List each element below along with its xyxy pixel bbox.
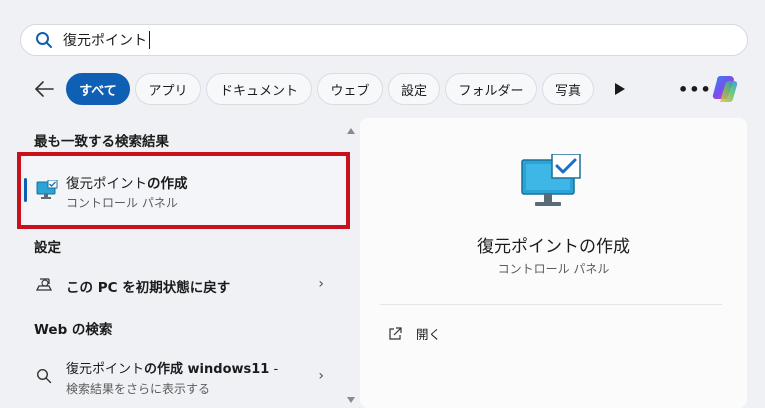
copilot-icon[interactable] [710, 72, 742, 104]
tab-photos[interactable]: 写真 [542, 73, 594, 105]
open-external-icon [389, 326, 402, 340]
web-search-title: 復元ポイントの作成 windows11 - [66, 358, 278, 377]
play-more-filters-icon[interactable] [614, 82, 626, 96]
preview-subtitle: コントロール パネル [497, 262, 610, 276]
reset-pc-label: この PC を初期状態に戻す [66, 280, 231, 296]
reset-pc-icon [36, 278, 53, 291]
web-search-subtitle: 検索結果をさらに表示する [66, 382, 211, 396]
more-options-button[interactable]: ••• [678, 80, 712, 99]
tab-documents[interactable]: ドキュメント [206, 73, 312, 105]
settings-heading: 設定 [34, 240, 61, 256]
tab-all[interactable]: すべて [66, 73, 130, 105]
search-icon [36, 32, 52, 48]
open-action-label: 開く [416, 327, 442, 342]
search-query-text: 復元ポイント [63, 33, 147, 49]
tab-apps[interactable]: アプリ [135, 73, 201, 105]
back-arrow-icon[interactable] [32, 78, 56, 100]
web-search-title-query: 復元ポイント [66, 362, 145, 377]
web-search-item[interactable]: 復元ポイントの作成 windows11 - 検索結果をさらに表示する › [24, 354, 346, 402]
preview-panel: 復元ポイントの作成 コントロール パネル 開く [360, 118, 747, 408]
search-icon [36, 368, 52, 384]
tab-folders[interactable]: フォルダー [445, 73, 537, 105]
web-search-heading: Web の検索 [34, 322, 113, 338]
web-search-title-rest: の作成 windows11 [144, 362, 270, 377]
text-caret [149, 31, 150, 49]
search-input[interactable]: 復元ポイント [20, 24, 748, 56]
reset-pc-setting-item[interactable]: この PC を初期状態に戻す › [24, 268, 346, 302]
highlight-annotation-box [17, 152, 350, 229]
tab-settings[interactable]: 設定 [388, 73, 440, 105]
tab-web[interactable]: ウェブ [317, 73, 383, 105]
chevron-right-icon: › [318, 368, 324, 384]
system-restore-icon [521, 154, 581, 206]
preview-title: 復元ポイントの作成 [477, 237, 630, 257]
best-match-heading: 最も一致する検索結果 [34, 134, 169, 150]
web-search-title-suffix: - [269, 362, 279, 377]
chevron-right-icon: › [318, 276, 324, 292]
divider [380, 304, 722, 305]
open-action-button[interactable]: 開く [388, 324, 441, 343]
scroll-down-arrow-icon [347, 397, 355, 403]
filter-bar: すべて アプリ ドキュメント ウェブ 設定 フォルダー 写真 ••• [0, 72, 765, 106]
scroll-up-arrow-icon [347, 128, 355, 134]
scrollbar[interactable] [347, 128, 355, 403]
